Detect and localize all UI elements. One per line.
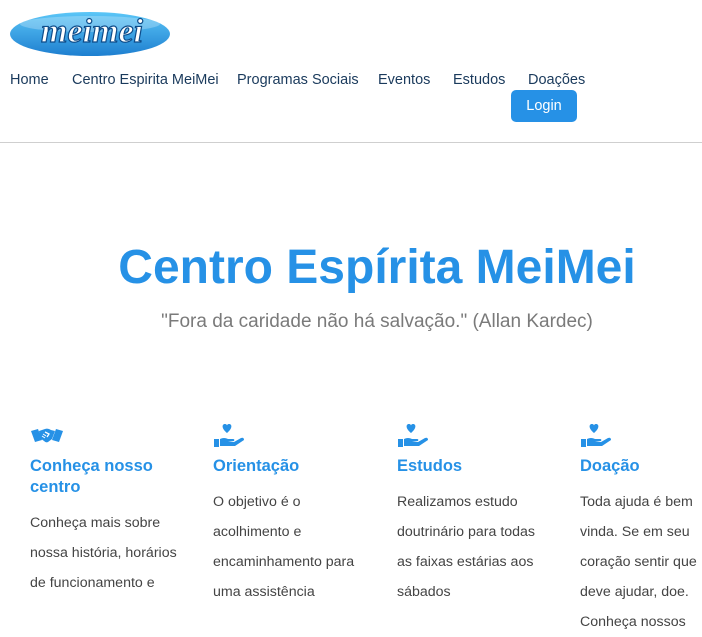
nav-estudos[interactable]: Estudos: [453, 72, 505, 88]
handshake-icon: [31, 428, 63, 443]
feature-text: Toda ajuda é bem vinda. Se em seu coraçã…: [580, 494, 697, 630]
feature-text: Realizamos estudo doutrinário para todas…: [397, 494, 536, 600]
feature-title: Doação: [580, 457, 640, 475]
svg-text:meimei: meimei: [41, 13, 144, 50]
feature-text: Conheça mais sobre nossa história, horár…: [30, 515, 177, 591]
feature-text: O objetivo é o acolhimento e encaminhame…: [213, 494, 355, 600]
feature-orientacao: Orientação O objetivo é o acolhimento e …: [213, 424, 368, 607]
feature-conheca: Conheça nosso centro Conheça mais sobre …: [30, 424, 185, 598]
site-header: meimei Home Centro Espirita MeiMei Progr…: [0, 0, 702, 142]
feature-estudos: Estudos Realizamos estudo doutrinário pa…: [397, 424, 552, 607]
feature-title: Conheça nosso centro: [30, 457, 153, 496]
hero-quote: "Fora da caridade não há salvação." (All…: [161, 311, 593, 332]
nav-home[interactable]: Home: [10, 72, 49, 88]
nav-doacoes[interactable]: Doações: [528, 72, 585, 88]
hand-heart-icon: [398, 424, 428, 447]
feature-title: Orientação: [213, 457, 300, 475]
nav-eventos[interactable]: Eventos: [378, 72, 430, 88]
feature-title: Estudos: [397, 457, 463, 475]
login-button[interactable]: Login: [511, 90, 577, 122]
hand-heart-icon: [581, 424, 611, 447]
header-divider: [0, 142, 702, 143]
feature-doacao: Doação Toda ajuda é bem vinda. Se em seu…: [580, 424, 700, 637]
page-title: Centro Espírita MeiMei: [118, 241, 636, 294]
hand-heart-icon: [214, 424, 244, 447]
nav-programas-sociais[interactable]: Programas Sociais: [237, 72, 359, 88]
nav-centro-espirita[interactable]: Centro Espirita MeiMei: [72, 72, 219, 88]
meimei-logo[interactable]: meimei: [8, 6, 172, 58]
